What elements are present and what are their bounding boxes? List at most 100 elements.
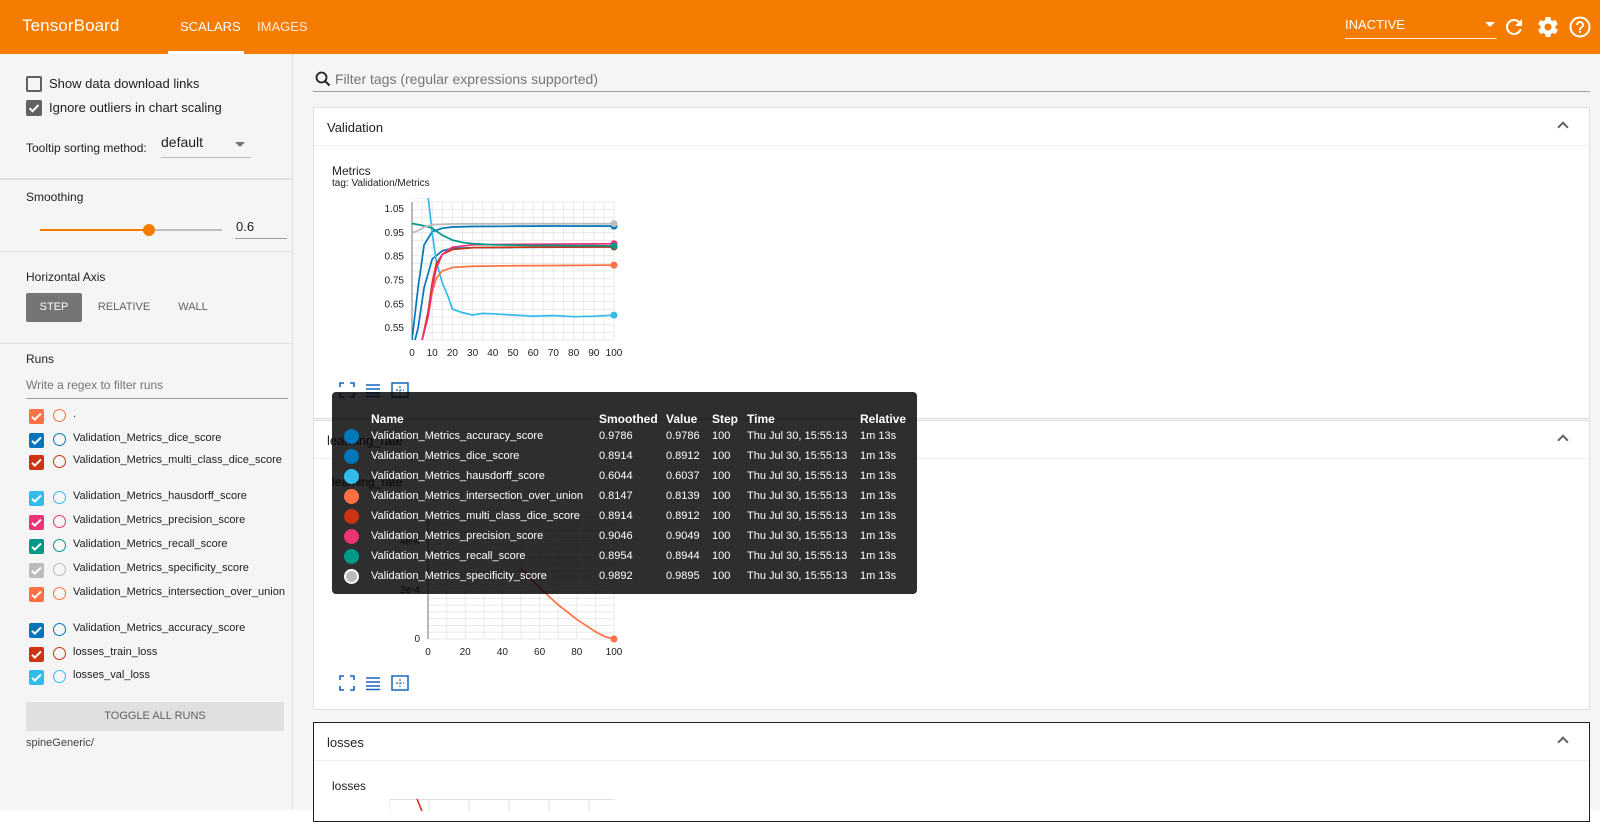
tooltip-cell-name: Validation_Metrics_hausdorff_score <box>371 470 545 482</box>
data-toggle-icon[interactable] <box>365 675 381 691</box>
axis-wall-button[interactable]: WALL <box>168 293 218 322</box>
run-name: . <box>73 408 77 420</box>
tooltip-header-relative: Relative <box>860 412 907 426</box>
run-item[interactable]: Validation_Metrics_intersection_over_uni… <box>26 586 288 608</box>
run-checkbox[interactable] <box>29 647 44 662</box>
run-name: Validation_Metrics_multi_class_dice_scor… <box>73 454 282 466</box>
tooltip-row: Validation_Metrics_intersection_over_uni… <box>332 487 917 507</box>
run-checkbox[interactable] <box>29 515 44 530</box>
chevron-up-icon[interactable] <box>1557 434 1569 446</box>
runs-filter-input[interactable]: Write a regex to filter runs <box>26 375 288 399</box>
run-checkbox[interactable] <box>29 539 44 554</box>
x-tick-label: 60 <box>528 348 540 359</box>
tag-filter-input[interactable]: Filter tags (regular expressions support… <box>313 64 1590 92</box>
run-item[interactable]: Validation_Metrics_accuracy_score <box>26 622 288 644</box>
tab-images[interactable]: IMAGES <box>257 19 308 34</box>
tooltip-row: Validation_Metrics_accuracy_score 0.9786 0… <box>332 427 917 447</box>
run-name: Validation_Metrics_recall_score <box>73 538 228 550</box>
losses-card-header[interactable]: losses <box>314 723 1589 761</box>
tooltip-cell-name: Validation_Metrics_specificity_score <box>371 570 547 582</box>
help-icon[interactable] <box>1568 15 1592 39</box>
run-checkbox[interactable] <box>29 433 44 448</box>
toggle-all-runs-button[interactable]: TOGGLE ALL RUNS <box>26 702 284 731</box>
metrics-chart[interactable]: 0 10 20 30 40 50 60 70 80 90 100 1.05 0.95 0.85 0.75 0.… <box>324 190 624 380</box>
run-item[interactable]: Validation_Metrics_multi_class_dice_scor… <box>26 454 288 476</box>
x-tick-label: 100 <box>606 647 623 658</box>
axis-relative-button[interactable]: RELATIVE <box>90 293 158 322</box>
losses-chart[interactable] <box>389 799 619 811</box>
x-tick-label: 90 <box>588 348 600 359</box>
tooltip-cell-name: Validation_Metrics_intersection_over_uni… <box>371 490 583 502</box>
expand-icon[interactable] <box>339 675 355 691</box>
smoothing-value-input[interactable]: 0.6 <box>235 217 287 239</box>
run-item[interactable]: Validation_Metrics_dice_score <box>26 432 288 454</box>
refresh-icon[interactable] <box>1502 15 1526 39</box>
run-color-swatch[interactable] <box>53 670 66 683</box>
run-checkbox[interactable] <box>29 623 44 638</box>
inactive-plugins-dropdown[interactable]: INACTIVE <box>1345 17 1497 39</box>
chevron-down-icon <box>1485 22 1495 27</box>
x-tick-label: 20 <box>447 348 459 359</box>
x-tick-label: 0 <box>409 348 415 359</box>
tab-scalars[interactable]: SCALARS <box>180 19 241 34</box>
series-endpoint-marker <box>610 261 618 269</box>
run-color-swatch[interactable] <box>53 455 66 468</box>
tooltip-cell-relative: 1m 13s <box>860 430 897 442</box>
run-color-swatch[interactable] <box>53 491 66 504</box>
run-name: Validation_Metrics_accuracy_score <box>73 622 246 634</box>
run-checkbox[interactable] <box>29 587 44 602</box>
settings-gear-icon[interactable] <box>1536 15 1560 39</box>
run-color-swatch[interactable] <box>53 563 66 576</box>
x-tick-label: 30 <box>467 348 479 359</box>
tooltip-cell-time: Thu Jul 30, 15:55:13 <box>747 430 848 442</box>
chevron-down-icon <box>235 142 245 147</box>
fit-domain-icon[interactable] <box>391 675 409 691</box>
show-download-links-label: Show data download links <box>49 76 200 91</box>
tooltip-sorting-dropdown[interactable]: default <box>161 134 251 158</box>
tooltip-run-color-dot <box>344 469 359 484</box>
logdir-label: spineGeneric/ <box>26 737 94 749</box>
run-item[interactable]: losses_val_loss <box>26 669 288 691</box>
tag-filter-placeholder: Filter tags (regular expressions support… <box>335 71 599 87</box>
show-download-links-checkbox[interactable] <box>26 76 42 92</box>
axis-step-button[interactable]: STEP <box>26 293 82 322</box>
run-checkbox[interactable] <box>29 670 44 685</box>
x-tick-label: 20 <box>460 647 472 658</box>
chart-tooltip: Name Smoothed Value Step Time Relative V… <box>332 392 917 594</box>
inactive-dropdown-label: INACTIVE <box>1345 17 1405 32</box>
run-color-swatch[interactable] <box>53 539 66 552</box>
smoothing-slider-handle[interactable] <box>143 224 156 236</box>
tooltip-run-color-dot <box>344 429 359 444</box>
series-endpoint-marker <box>610 311 618 319</box>
run-color-swatch[interactable] <box>53 409 66 422</box>
run-color-swatch[interactable] <box>53 587 66 600</box>
run-checkbox[interactable] <box>29 491 44 506</box>
run-item[interactable]: Validation_Metrics_recall_score <box>26 538 288 560</box>
run-color-swatch[interactable] <box>53 515 66 528</box>
sidebar-divider <box>0 343 293 344</box>
run-color-swatch[interactable] <box>53 433 66 446</box>
ignore-outliers-checkbox[interactable] <box>26 100 42 116</box>
run-item[interactable]: Validation_Metrics_precision_score <box>26 514 288 536</box>
run-item[interactable]: Validation_Metrics_specificity_score <box>26 562 288 584</box>
run-checkbox[interactable] <box>29 455 44 470</box>
tooltip-cell-smoothed: 0.9786 <box>599 430 633 442</box>
chevron-up-icon[interactable] <box>1557 736 1569 748</box>
validation-card-header[interactable]: Validation <box>314 108 1589 146</box>
run-color-swatch[interactable] <box>53 647 66 660</box>
tooltip-cell-step: 100 <box>712 550 731 562</box>
metrics-chart-tag: tag: Validation/Metrics <box>332 178 430 189</box>
smoothing-slider[interactable] <box>40 224 222 236</box>
run-color-swatch[interactable] <box>53 623 66 636</box>
series-endpoint-marker <box>610 635 618 643</box>
series-endpoint-marker <box>610 242 618 250</box>
run-item[interactable]: losses_train_loss <box>26 646 288 668</box>
run-checkbox[interactable] <box>29 563 44 578</box>
run-item[interactable]: . <box>26 408 288 430</box>
chevron-up-icon[interactable] <box>1557 121 1569 133</box>
sidebar-divider <box>0 251 293 252</box>
tooltip-cell-smoothed: 0.6044 <box>599 470 633 482</box>
run-item[interactable]: Validation_Metrics_hausdorff_score <box>26 490 288 512</box>
run-checkbox[interactable] <box>29 409 44 424</box>
top-bar: TensorBoard SCALARS IMAGES INACTIVE <box>0 0 1600 54</box>
